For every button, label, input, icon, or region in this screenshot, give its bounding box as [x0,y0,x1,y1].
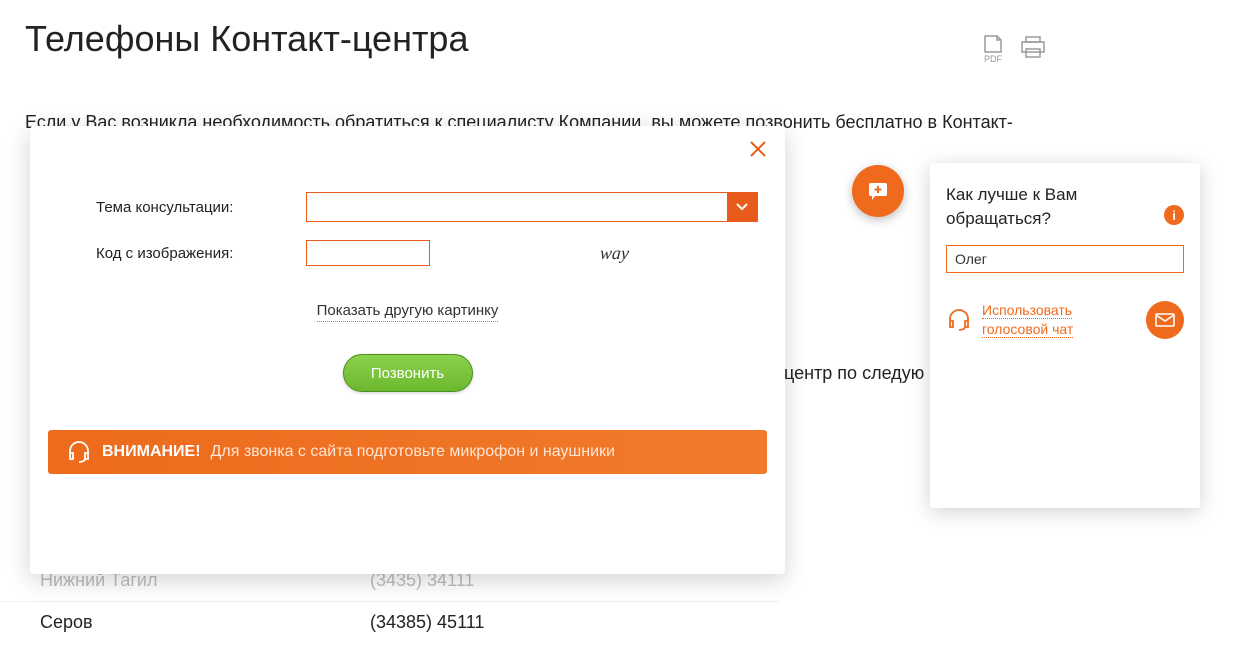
topic-input[interactable] [307,193,727,221]
mail-button[interactable] [1146,301,1184,339]
pdf-button[interactable]: PDF [981,34,1005,64]
pdf-icon [981,34,1005,54]
voice-chat-link[interactable]: Использоватьголосовой чат [946,301,1073,339]
background-text-fragment: -центр по следую [778,363,924,384]
close-button[interactable] [749,140,767,163]
topic-dropdown-button[interactable] [727,193,757,221]
warning-text: Для звонка с сайта подготовьте микрофон … [211,443,615,461]
chat-header: Как лучше к Вам обращаться? i [946,183,1184,231]
captcha-label: Код с изображения: [96,245,306,262]
chat-panel: Как лучше к Вам обращаться? i Использова… [930,163,1200,508]
call-button[interactable]: Позвонить [343,354,473,392]
call-modal: Тема консультации: Код с изображения: wa… [30,126,785,574]
captcha-image: way [599,243,630,264]
warning-bar: ВНИМАНИЕ! Для звонка с сайта подготовьте… [48,430,767,474]
chat-name-input[interactable] [946,245,1184,273]
refresh-captcha-link[interactable]: Показать другую картинку [317,300,499,322]
topic-select[interactable] [306,192,758,222]
chat-plus-icon [867,180,889,202]
chevron-down-icon [736,203,748,211]
captcha-input[interactable] [306,240,430,266]
print-button[interactable] [1019,35,1047,64]
print-icon [1019,35,1047,59]
headset-icon [946,307,972,333]
mail-icon [1155,313,1175,327]
close-icon [749,140,767,158]
chat-actions: Использоватьголосовой чат [946,301,1184,339]
voice-chat-text: Использоватьголосовой чат [982,301,1073,339]
chat-title: Как лучше к Вам обращаться? [946,183,1164,231]
header-actions: PDF [981,34,1047,64]
table-row: Серов (34385) 45111 [0,602,780,643]
chat-info-button[interactable]: i [1164,205,1184,225]
warning-label: ВНИМАНИЕ! [102,443,201,461]
topic-row: Тема консультации: [48,192,767,222]
phone-cell: (34385) 45111 [370,612,484,633]
city-cell: Серов [40,612,370,633]
topic-label: Тема консультации: [96,199,306,216]
headset-icon [66,439,92,465]
chat-fab[interactable] [852,165,904,217]
pdf-label: PDF [984,54,1002,64]
captcha-row: Код с изображения: way [48,240,767,266]
page-title: Телефоны Контакт-центра [25,18,1247,60]
